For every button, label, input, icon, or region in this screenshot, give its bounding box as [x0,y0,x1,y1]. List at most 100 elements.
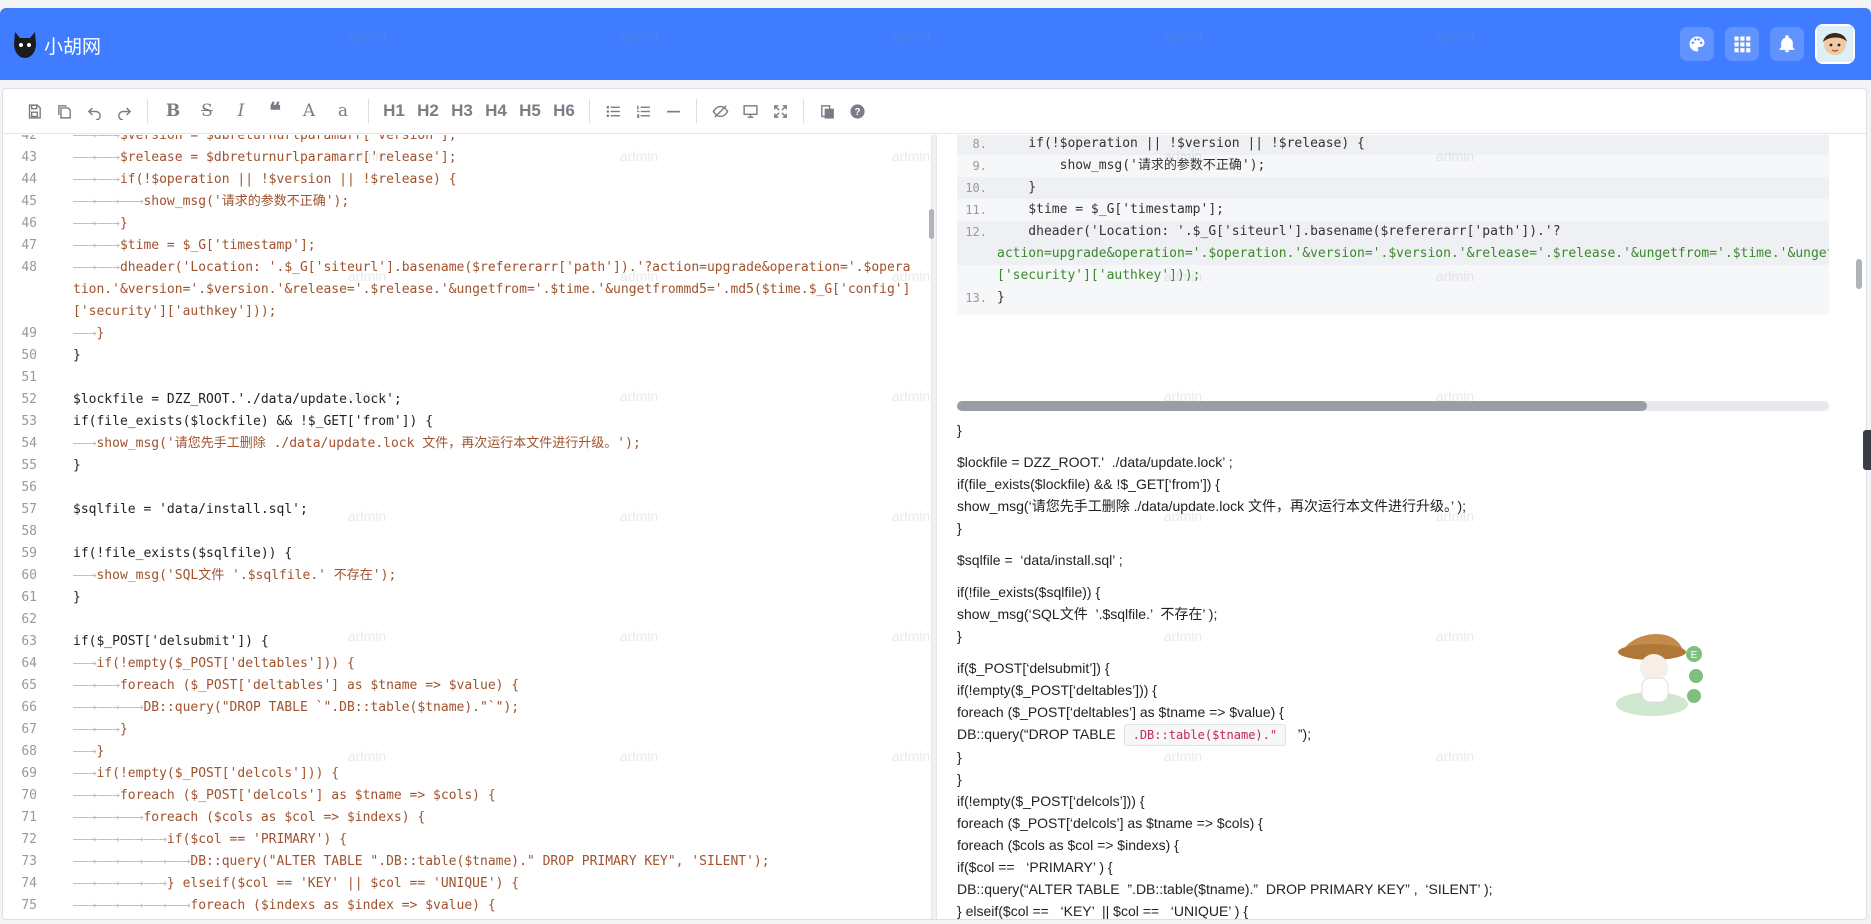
heading-4-button[interactable]: H4 [479,96,513,126]
source-editor-pane[interactable]: 42 ——→——→$version = $dbreturnurlparamarr[… [3,135,931,919]
tab-indent-marker: ——→——→ [73,788,120,803]
code-line[interactable]: 48 ——→——→dheader('Location: '.$_G['siteur… [3,257,915,323]
heading-3-button[interactable]: H3 [445,96,479,126]
code-line[interactable]: 60 ——→show_msg('SQL文件 '.$sqlfile.' 不存在'); [3,565,931,587]
code-text: $version = $dbreturnurlparamarr['version… [119,135,457,143]
code-line[interactable]: 58 [3,521,931,543]
code-text: if($col == 'PRIMARY') { [166,832,347,847]
code-line[interactable]: 45 ——→——→——→show_msg('请求的参数不正确'); [3,191,931,213]
preview-line: } [957,768,1837,790]
italic-icon[interactable]: I [224,96,258,126]
preview-line: } [957,419,1837,441]
code-line[interactable]: 66 ——→——→——→DB::query("DROP TABLE `".DB::… [3,697,931,719]
preview-text-span: } [957,771,962,787]
code-line[interactable]: 72 ——→——→——→——→if($col == 'PRIMARY') { [3,829,931,851]
code-text: if(!empty($_POST['deltables'])) { [96,656,355,671]
bold-icon[interactable]: B [156,96,190,126]
code-line[interactable]: 67 ——→——→} [3,719,931,741]
horizontal-rule-icon[interactable] [658,96,688,126]
tab-indent-marker: ——→——→ [73,260,120,275]
brand[interactable]: 小胡网 [12,28,101,62]
preview-text-span: show_msg(‘请您先手工删除 ./data/update.lock 文件，… [957,498,1467,514]
code-line[interactable]: 50} [3,345,931,367]
code-line[interactable]: 47 ——→——→$time = $_G['timestamp']; [3,235,931,257]
line-number: 10. [965,181,987,195]
code-line[interactable]: 56 [3,477,931,499]
preview-code-line: 8. if(!$operation || !$version || !$rele… [957,135,1829,155]
preview-text-span: if($col == ‘PRIMARY’ ) { [957,859,1113,875]
code-line[interactable]: 65 ——→——→foreach ($_POST['deltables'] as … [3,675,931,697]
tab-indent-marker: ——→——→ [73,172,120,187]
code-line[interactable]: 54 ——→show_msg('请您先手工删除 ./data/update.loc… [3,433,931,455]
code-line[interactable]: 53 if(file_exists($lockfile) && !$_GET['f… [3,411,931,433]
bell-icon[interactable] [1770,27,1804,61]
code-text: foreach ($_POST['deltables'] as $tname =… [119,678,520,693]
tab-indent-marker: ——→ [73,744,97,759]
code-line[interactable]: 57 $sqlfile = 'data/install.sql'; [3,499,931,521]
preview-text-span: if(file_exists($lockfile) && !$_GET[‘fro… [957,476,1220,492]
code-line[interactable]: 46 ——→——→} [3,213,931,235]
palette-icon[interactable] [1680,27,1714,61]
fullscreen-icon[interactable] [765,96,795,126]
preview-scrollbar[interactable] [1856,259,1862,289]
markdown-editor: B S I ❝ A a H1 H2 H3 H4 H5 H6 ? 42 ——→——→… [2,88,1867,920]
preview-text-span: } [957,520,962,536]
code-line[interactable]: 69 ——→if(!empty($_POST['delcols'])) { [3,763,931,785]
line-number: 67 [21,722,37,737]
quote-icon[interactable]: ❝ [258,96,292,126]
strikethrough-icon[interactable]: S [190,96,224,126]
side-collapse-tab[interactable] [1863,430,1871,470]
preview-icon[interactable] [705,96,735,126]
help-icon[interactable]: ? [842,96,872,126]
code-line[interactable]: 44 ——→——→if(!$operation || !$version || !… [3,169,931,191]
code-line[interactable]: 49 ——→} [3,323,931,345]
redo-icon[interactable] [109,96,139,126]
heading-6-button[interactable]: H6 [547,96,581,126]
save-icon[interactable] [19,96,49,126]
line-number: 55 [21,458,37,473]
code-line[interactable]: 43 ——→——→$release = $dbreturnurlparamarr[… [3,147,931,169]
heading-2-button[interactable]: H2 [411,96,445,126]
line-number: 48 [21,260,37,275]
code-text: foreach ($cols as $col => $indexs) { [143,810,426,825]
heading-1-button[interactable]: H1 [377,96,411,126]
code-line[interactable]: 71 ——→——→——→foreach ($cols as $col => $in… [3,807,931,829]
code-block-horizontal-scrollbar[interactable] [957,401,1829,411]
desktop-icon[interactable] [735,96,765,126]
code-line[interactable]: 55} [3,455,931,477]
code-line[interactable]: 68 ——→} [3,741,931,763]
code-text: } [73,348,81,363]
code-line[interactable]: 51 [3,367,931,389]
uppercase-icon[interactable]: A [292,96,326,126]
heading-5-button[interactable]: H5 [513,96,547,126]
svg-text:E: E [1691,650,1698,661]
preview-line: DB::query(“DROP TABLE .DB::table($tname)… [957,723,1837,746]
ordered-list-icon[interactable] [628,96,658,126]
source-scrollbar[interactable] [929,209,934,239]
code-line[interactable]: 61} [3,587,931,609]
apps-grid-icon[interactable] [1725,27,1759,61]
line-number: 47 [21,238,37,253]
user-avatar[interactable] [1815,24,1855,64]
code-line[interactable]: 74 ——→——→——→——→} elseif($col == 'KEY' || … [3,873,931,895]
unordered-list-icon[interactable] [598,96,628,126]
code-line[interactable]: 75 ——→——→——→——→——→foreach ($indexs as $in… [3,895,931,917]
lowercase-icon[interactable]: a [326,96,360,126]
save-template-icon[interactable] [49,96,79,126]
preview-text-span: foreach ($_POST[‘deltables’] as $tname =… [957,704,1284,720]
scrollbar-thumb[interactable] [957,401,1647,411]
code-line[interactable]: 52 $lockfile = DZZ_ROOT.'./data/update.lo… [3,389,931,411]
mascot-girl-icon[interactable]: E [1612,612,1708,722]
code-line[interactable]: 62 [3,609,931,631]
clipboard-icon[interactable] [812,96,842,126]
code-line[interactable]: 64 ——→if(!empty($_POST['deltables'])) { [3,653,931,675]
preview-line: $lockfile = DZZ_ROOT.' ./data/update.loc… [957,451,1837,473]
code-text: action=upgrade&operation='.$operation.'&… [997,246,1829,261]
code-line[interactable]: 59 if(!file_exists($sqlfile)) { [3,543,931,565]
code-line[interactable]: 63 if($_POST['delsubmit']) { [3,631,931,653]
code-line[interactable]: 70 ——→——→foreach ($_POST['delcols'] as $t… [3,785,931,807]
code-line[interactable]: 42 ——→——→$version = $dbreturnurlparamarr[… [3,135,931,147]
code-line[interactable]: 73 ——→——→——→——→——→DB::query("ALTER TABLE … [3,851,931,873]
undo-icon[interactable] [79,96,109,126]
